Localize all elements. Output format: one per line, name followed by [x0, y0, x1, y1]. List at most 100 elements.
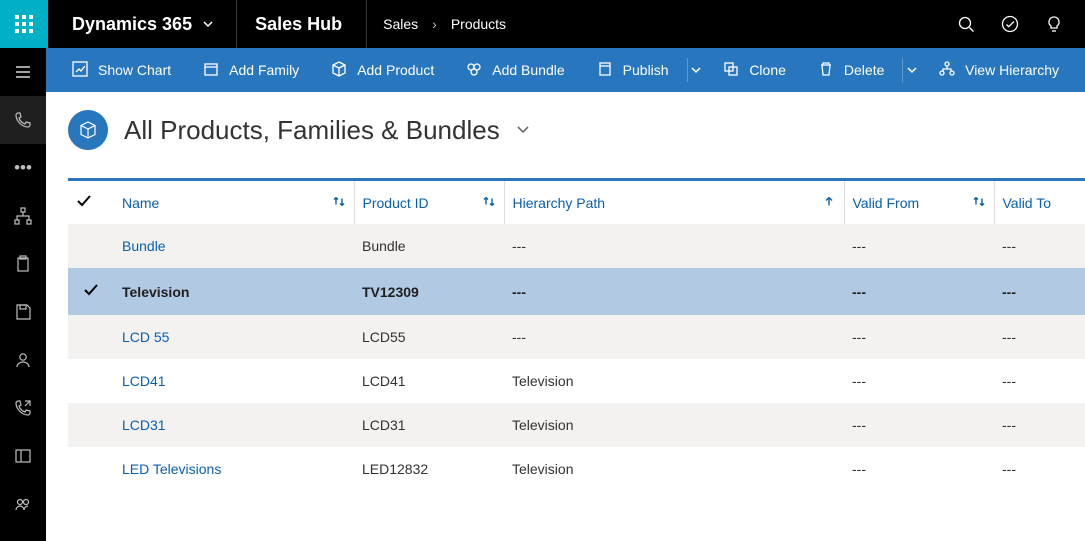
row-name-link[interactable]: LCD31 — [122, 417, 166, 433]
row-name-link[interactable]: LCD 55 — [122, 329, 169, 345]
chart-icon — [72, 61, 88, 80]
table-row[interactable]: TelevisionTV12309--------- — [68, 268, 1085, 315]
row-hierarchy-path: Television — [504, 447, 844, 491]
check-icon — [76, 193, 92, 209]
column-name[interactable]: Name — [114, 181, 354, 224]
rail-more-icon[interactable]: ••• — [0, 144, 46, 192]
brand-label: Dynamics 365 — [72, 14, 192, 35]
column-valid-from[interactable]: Valid From — [844, 181, 994, 224]
task-checkmark-icon[interactable] — [1001, 15, 1019, 33]
row-select-cell[interactable] — [68, 224, 114, 268]
cube-icon — [331, 61, 347, 80]
sort-icon — [482, 194, 496, 211]
row-valid-to: --- — [994, 224, 1085, 268]
row-product-id: LCD55 — [354, 315, 504, 359]
rail-people-icon[interactable] — [0, 480, 46, 528]
search-icon[interactable] — [957, 15, 975, 33]
publish-split-dropdown[interactable] — [687, 58, 706, 82]
add-bundle-button[interactable]: Add Bundle — [452, 48, 578, 92]
row-valid-from: --- — [844, 268, 994, 315]
publish-button[interactable]: Publish — [583, 48, 683, 92]
row-name-link[interactable]: LCD41 — [122, 373, 166, 389]
breadcrumb-sales[interactable]: Sales — [383, 16, 418, 32]
app-launcher[interactable] — [0, 0, 48, 48]
chevron-right-icon: › — [432, 16, 437, 32]
row-product-id: Bundle — [354, 224, 504, 268]
select-all-column[interactable] — [68, 181, 114, 224]
rail-phone-out-icon[interactable] — [0, 384, 46, 432]
column-hierarchy-path[interactable]: Hierarchy Path — [504, 181, 844, 224]
trash-icon — [818, 61, 834, 80]
rail-sitemap-icon[interactable] — [0, 192, 46, 240]
clone-icon — [723, 61, 739, 80]
view-hierarchy-label: View Hierarchy — [965, 62, 1059, 78]
column-valid-to[interactable]: Valid To — [994, 181, 1085, 224]
app-name[interactable]: Sales Hub — [237, 14, 366, 35]
breadcrumb-products[interactable]: Products — [451, 16, 506, 32]
row-hierarchy-path: Television — [504, 403, 844, 447]
publish-label: Publish — [623, 62, 669, 78]
column-product-id-label: Product ID — [363, 195, 429, 211]
add-family-button[interactable]: Add Family — [189, 48, 313, 92]
clone-label: Clone — [749, 62, 786, 78]
view-badge-icon — [68, 110, 108, 150]
row-valid-from: --- — [844, 447, 994, 491]
row-hierarchy-path: --- — [504, 224, 844, 268]
table-row[interactable]: BundleBundle--------- — [68, 224, 1085, 268]
sort-icon — [332, 194, 346, 211]
column-hierarchy-path-label: Hierarchy Path — [513, 195, 606, 211]
sort-icon — [972, 194, 986, 211]
rail-phone-icon[interactable] — [0, 96, 46, 144]
check-icon — [83, 282, 99, 298]
row-hierarchy-path: --- — [504, 315, 844, 359]
row-valid-to: --- — [994, 315, 1085, 359]
lightbulb-icon[interactable] — [1045, 15, 1063, 33]
table-row[interactable]: LCD 55LCD55--------- — [68, 315, 1085, 359]
column-valid-to-label: Valid To — [1003, 195, 1052, 211]
row-name-link[interactable]: Television — [122, 284, 189, 300]
row-valid-from: --- — [844, 359, 994, 403]
hamburger-menu[interactable] — [0, 48, 46, 96]
table-row[interactable]: LCD31LCD31Television------ — [68, 403, 1085, 447]
show-chart-label: Show Chart — [98, 62, 171, 78]
row-valid-from: --- — [844, 224, 994, 268]
delete-button[interactable]: Delete — [804, 48, 898, 92]
column-valid-from-label: Valid From — [853, 195, 920, 211]
delete-label: Delete — [844, 62, 884, 78]
view-title: All Products, Families & Bundles — [124, 115, 500, 146]
row-hierarchy-path: Television — [504, 359, 844, 403]
row-hierarchy-path: --- — [504, 268, 844, 315]
row-valid-to: --- — [994, 268, 1085, 315]
add-product-button[interactable]: Add Product — [317, 48, 448, 92]
row-product-id: TV12309 — [354, 268, 504, 315]
view-selector-dropdown[interactable] — [516, 122, 530, 139]
view-hierarchy-button[interactable]: View Hierarchy — [925, 48, 1073, 92]
row-valid-to: --- — [994, 359, 1085, 403]
rail-save-icon[interactable] — [0, 288, 46, 336]
row-valid-to: --- — [994, 447, 1085, 491]
rail-person-icon[interactable] — [0, 336, 46, 384]
row-select-cell[interactable] — [68, 359, 114, 403]
products-table: Name Product ID Hierarchy Path Valid Fro… — [68, 181, 1085, 491]
table-row[interactable]: LED TelevisionsLED12832Television------ — [68, 447, 1085, 491]
rail-panel-icon[interactable] — [0, 432, 46, 480]
row-name-link[interactable]: LED Televisions — [122, 461, 221, 477]
add-bundle-label: Add Bundle — [492, 62, 564, 78]
row-select-cell[interactable] — [68, 403, 114, 447]
table-row[interactable]: LCD41LCD41Television------ — [68, 359, 1085, 403]
add-product-label: Add Product — [357, 62, 434, 78]
rail-clipboard-icon[interactable] — [0, 240, 46, 288]
clone-button[interactable]: Clone — [709, 48, 800, 92]
row-select-cell[interactable] — [68, 315, 114, 359]
show-chart-button[interactable]: Show Chart — [58, 48, 185, 92]
add-family-label: Add Family — [229, 62, 299, 78]
bundle-icon — [466, 61, 482, 80]
row-name-link[interactable]: Bundle — [122, 238, 166, 254]
column-name-label: Name — [122, 195, 159, 211]
column-product-id[interactable]: Product ID — [354, 181, 504, 224]
row-select-cell[interactable] — [68, 447, 114, 491]
delete-split-dropdown[interactable] — [902, 58, 921, 82]
brand-dropdown[interactable]: Dynamics 365 — [48, 14, 236, 35]
row-select-cell[interactable] — [68, 268, 114, 315]
family-icon — [203, 61, 219, 80]
